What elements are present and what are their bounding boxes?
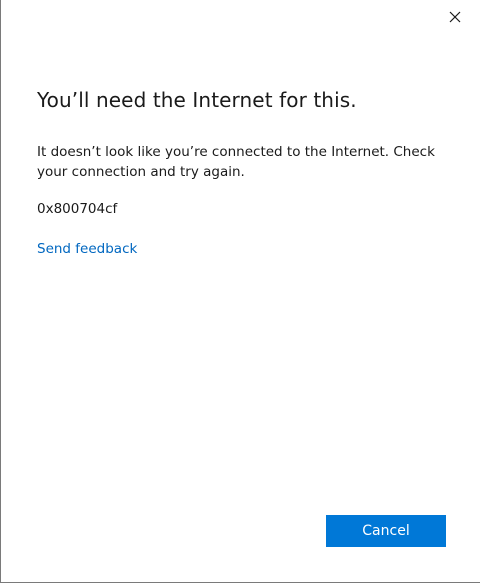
dialog-message: It doesn’t look like you’re connected to… [37, 144, 435, 180]
error-code: 0x800704cf [37, 201, 118, 217]
close-button[interactable] [444, 6, 466, 28]
close-icon [449, 11, 461, 23]
send-feedback-link[interactable]: Send feedback [37, 241, 137, 257]
dialog-title: You’ll need the Internet for this. [37, 88, 357, 112]
cancel-button[interactable]: Cancel [326, 515, 446, 547]
dialog-window: You’ll need the Internet for this. It do… [0, 0, 480, 583]
